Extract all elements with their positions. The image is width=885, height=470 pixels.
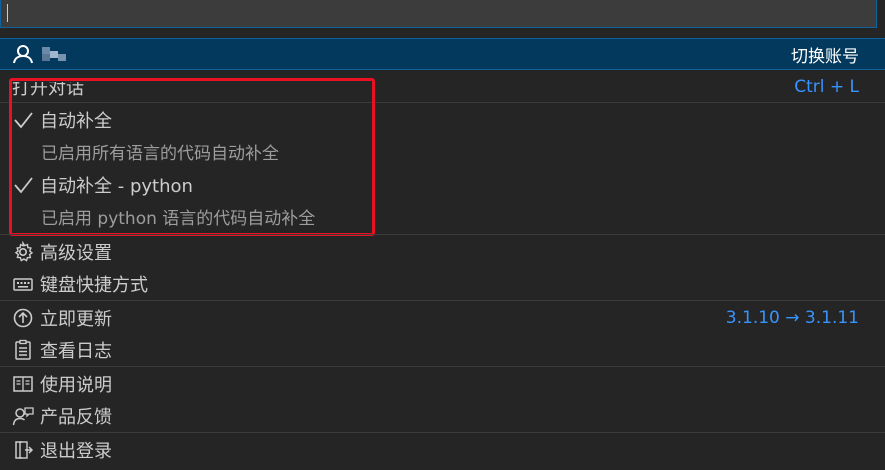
feedback-icon: [12, 405, 34, 427]
sign-out-label: 退出登录: [40, 441, 112, 462]
book-icon: [12, 373, 34, 395]
text-caret: [7, 4, 8, 22]
quick-input-field[interactable]: [0, 0, 877, 28]
divider: [0, 366, 885, 367]
user-guide-row[interactable]: 使用说明: [0, 368, 885, 400]
completion-python-row[interactable]: 自动补全 - python: [0, 169, 885, 201]
completion-python-description: 已启用 python 语言的代码自动补全: [41, 209, 316, 229]
account-icon: [12, 43, 34, 65]
advanced-settings-row[interactable]: 高级设置: [0, 236, 885, 268]
open-chat-shortcut: Ctrl + L: [794, 77, 859, 97]
completion-all-row[interactable]: 自动补全: [0, 104, 885, 136]
command-menu: 切换账号 打开对话 Ctrl + L 自动补全 已启用所有语言的代码自动补全 自…: [0, 0, 885, 470]
update-now-label: 立即更新: [40, 309, 112, 330]
sign-out-row[interactable]: 退出登录: [0, 434, 885, 466]
divider: [0, 432, 885, 433]
open-chat-label: 打开对话: [12, 78, 84, 99]
completion-all-description: 已启用所有语言的代码自动补全: [41, 144, 279, 164]
gear-icon: [12, 241, 34, 263]
sign-out-icon: [12, 439, 34, 461]
update-now-row[interactable]: 立即更新 3.1.10 → 3.1.11: [0, 302, 885, 334]
log-icon: [12, 339, 34, 361]
product-feedback-row[interactable]: 产品反馈: [0, 400, 885, 432]
divider: [0, 300, 885, 301]
completion-python-label: 自动补全 - python: [40, 176, 193, 197]
arrow-up-circle-icon: [12, 307, 34, 329]
divider: [0, 102, 885, 103]
view-log-row[interactable]: 查看日志: [0, 334, 885, 366]
check-icon: [12, 174, 34, 196]
open-chat-row[interactable]: 打开对话 Ctrl + L: [0, 72, 885, 102]
product-feedback-label: 产品反馈: [40, 407, 112, 428]
keyboard-shortcuts-label: 键盘快捷方式: [40, 275, 148, 296]
account-name-blurred: [42, 47, 72, 61]
view-log-label: 查看日志: [40, 341, 112, 362]
advanced-settings-label: 高级设置: [40, 243, 112, 264]
divider: [0, 234, 885, 235]
completion-all-label: 自动补全: [40, 111, 112, 132]
keyboard-icon: [12, 273, 34, 295]
check-icon: [12, 109, 34, 131]
switch-account-label: 切换账号: [791, 46, 859, 67]
account-row[interactable]: 切换账号: [0, 38, 885, 70]
keyboard-shortcuts-row[interactable]: 键盘快捷方式: [0, 268, 885, 300]
user-guide-label: 使用说明: [40, 375, 112, 396]
version-info: 3.1.10 → 3.1.11: [725, 308, 859, 328]
